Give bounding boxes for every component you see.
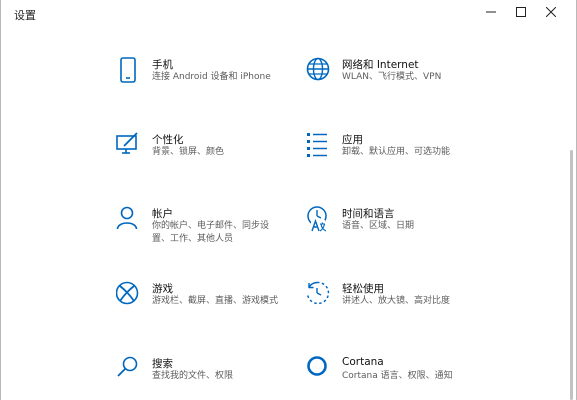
tile-description: 你的帐户、电子邮件、同步设置、工作、其他人员	[152, 221, 270, 244]
tile-description: 讲述人、放大镜、高对比度	[342, 296, 451, 306]
tile-description: WLAN、飞行模式、VPN	[342, 72, 442, 82]
settings-window: 设置 手机 连接 Android 设备和 iPhone 网络和 Internet…	[0, 0, 577, 400]
time-language-icon	[306, 206, 332, 234]
tile-name: 游戏	[152, 283, 173, 295]
minimize-icon	[486, 11, 496, 13]
maximize-button[interactable]	[506, 0, 536, 24]
personalization-icon	[116, 132, 142, 160]
close-icon	[546, 7, 556, 17]
xbox-icon	[116, 281, 142, 309]
settings-tile-ease-of-access[interactable]: 轻松使用 讲述人、放大镜、高对比度	[306, 281, 566, 331]
settings-tile-time-language[interactable]: 时间和语言 语音、区域、日期	[306, 206, 566, 256]
tile-description: 查找我的文件、权限	[152, 371, 234, 381]
globe-icon	[306, 57, 332, 85]
minimize-button[interactable]	[476, 0, 506, 24]
maximize-icon	[516, 7, 526, 17]
tile-name: 搜索	[152, 358, 173, 370]
tile-name: 帐户	[152, 208, 173, 220]
scrollbar-thumb[interactable]	[570, 150, 573, 400]
tile-name: Cortana	[342, 356, 384, 368]
close-button[interactable]	[536, 0, 566, 24]
account-icon	[116, 206, 142, 234]
tile-description: Cortana 语言、权限、通知	[342, 371, 453, 381]
vertical-scrollbar[interactable]	[570, 150, 574, 400]
tile-description: 背景、锁屏、颜色	[152, 147, 225, 157]
tile-name: 网络和 Internet	[342, 59, 419, 71]
settings-tile-apps[interactable]: 应用 卸载、默认应用、可选功能	[306, 132, 566, 182]
tile-description: 连接 Android 设备和 iPhone	[152, 72, 271, 82]
search-icon	[116, 356, 142, 384]
settings-tile-network[interactable]: 网络和 Internet WLAN、飞行模式、VPN	[306, 57, 566, 107]
tile-name: 个性化	[152, 134, 184, 146]
tile-description: 语音、区域、日期	[342, 221, 415, 231]
ease-of-access-icon	[306, 281, 332, 309]
tile-name: 应用	[342, 134, 363, 146]
tile-name: 轻松使用	[342, 283, 384, 295]
apps-list-icon	[306, 132, 332, 160]
cortana-icon	[306, 356, 332, 384]
phone-icon	[116, 57, 142, 85]
title-bar[interactable]: 设置	[1, 0, 576, 26]
settings-tile-cortana[interactable]: Cortana Cortana 语言、权限、通知	[306, 356, 566, 400]
window-title: 设置	[14, 9, 36, 22]
tile-name: 时间和语言	[342, 208, 395, 220]
tile-description: 卸载、默认应用、可选功能	[342, 147, 451, 157]
tile-description: 游戏栏、截屏、直播、游戏模式	[152, 296, 279, 306]
tile-name: 手机	[152, 59, 173, 71]
